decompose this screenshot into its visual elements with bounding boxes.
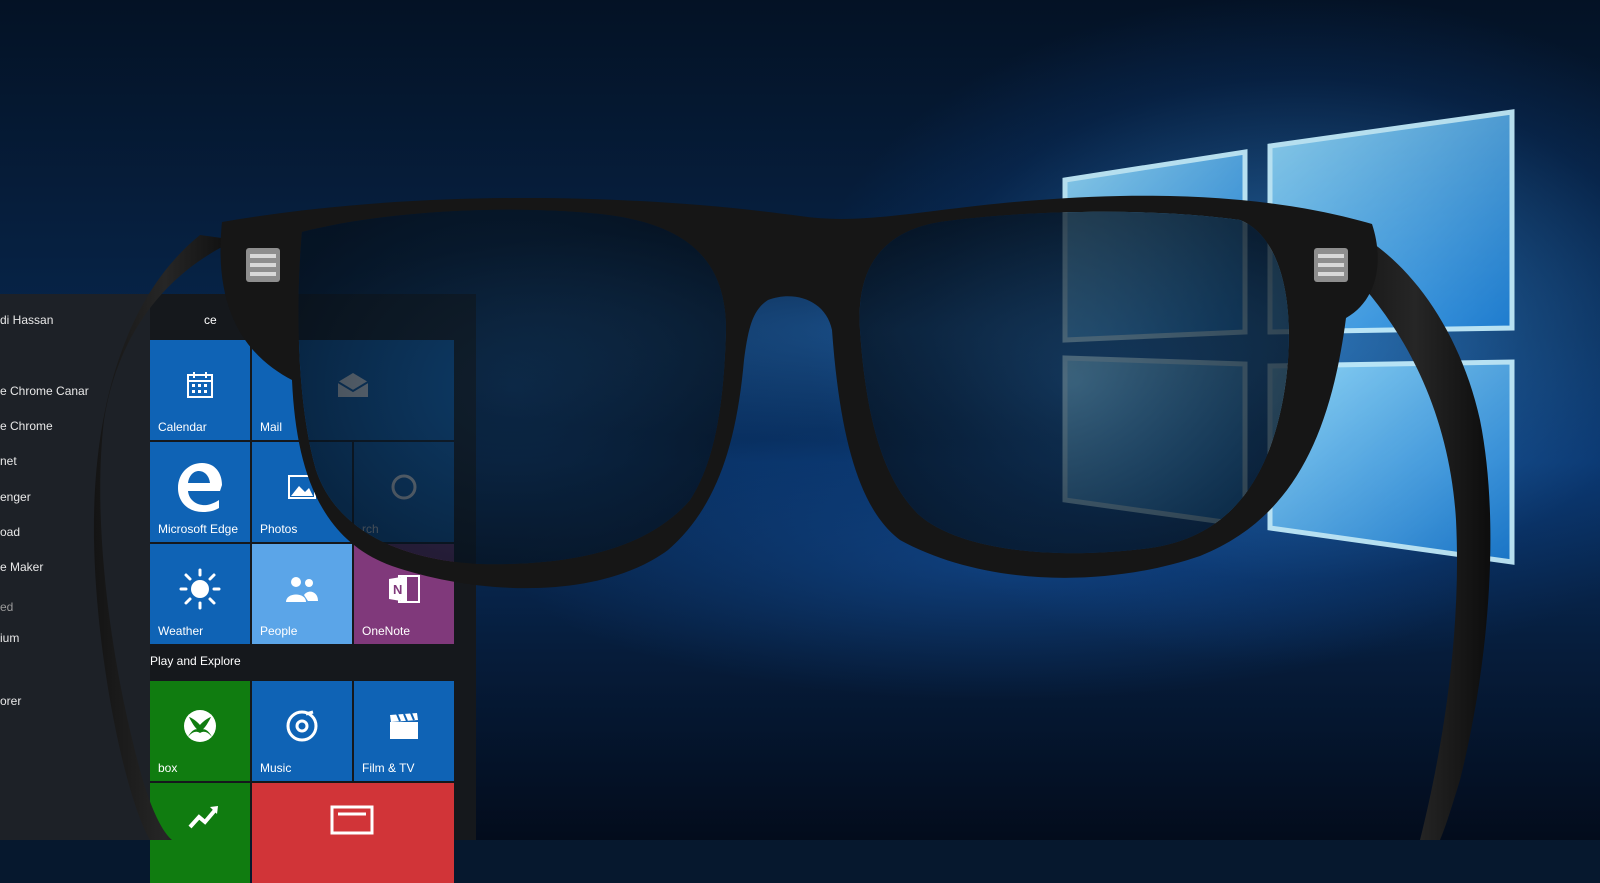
right-lens [859,211,1289,554]
left-temple-arm [93,235,236,840]
right-temple-arm [1340,232,1491,840]
right-hinge [1314,248,1348,282]
left-hinge [246,248,280,282]
sunglasses-overlay [93,195,1491,840]
left-lens [298,209,726,565]
